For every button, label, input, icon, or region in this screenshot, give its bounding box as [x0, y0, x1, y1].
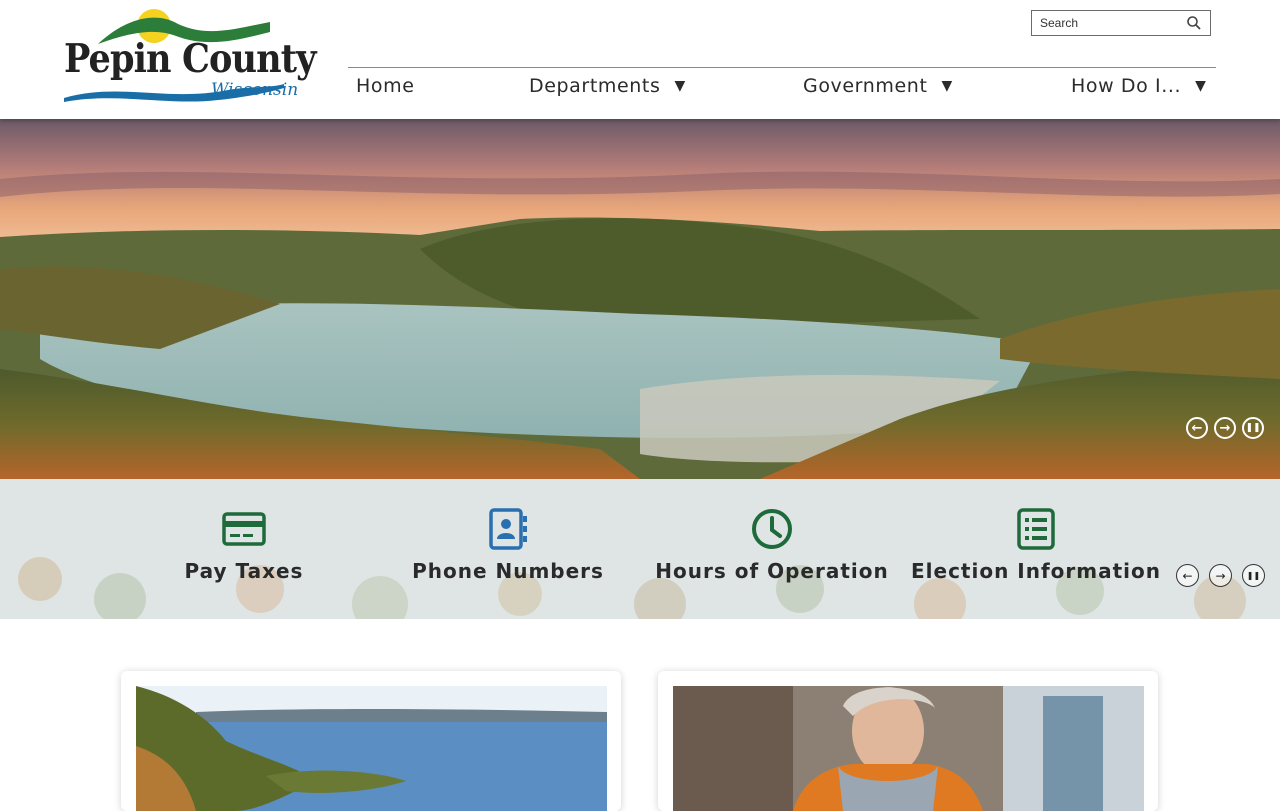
chevron-down-icon: ▼: [941, 78, 953, 94]
hero-pause-button[interactable]: ❚❚: [1242, 417, 1264, 439]
logo-subtitle: Wisconsin: [211, 80, 299, 100]
quick-link-label: Pay Taxes: [184, 559, 304, 583]
quick-link-phone-numbers[interactable]: Phone Numbers: [376, 479, 640, 619]
quick-link-hours-of-operation[interactable]: Hours of Operation: [640, 479, 904, 619]
logo-title: Pepin County: [64, 36, 317, 82]
quick-prev-button[interactable]: ←: [1176, 564, 1199, 587]
lake-pepin-photo: [136, 686, 607, 811]
clock-icon: [752, 509, 792, 549]
hero-controls: ← → ❚❚: [1186, 417, 1264, 439]
nav-departments-label: Departments: [529, 75, 661, 97]
nav-departments[interactable]: Departments ▼: [529, 75, 686, 97]
list-icon: [1017, 508, 1055, 550]
quick-links-controls: ← → ❚❚: [1176, 564, 1265, 587]
search-input[interactable]: [1032, 11, 1180, 35]
quick-pause-button[interactable]: ❚❚: [1242, 564, 1265, 587]
feature-card-person[interactable]: [658, 671, 1158, 811]
nav-government-label: Government: [803, 75, 928, 97]
hero-slideshow: ← → ❚❚: [0, 119, 1280, 479]
quick-link-label: Hours of Operation: [655, 559, 889, 583]
nav-government[interactable]: Government ▼: [803, 75, 953, 97]
hero-image: [0, 119, 1280, 479]
search-icon[interactable]: [1186, 15, 1202, 31]
quick-link-label: Election Information: [910, 559, 1161, 583]
quick-link-pay-taxes[interactable]: Pay Taxes: [112, 479, 376, 619]
hero-next-button[interactable]: →: [1214, 417, 1236, 439]
credit-card-icon: [222, 512, 266, 546]
hero-prev-button[interactable]: ←: [1186, 417, 1208, 439]
nav-how-do-i-label: How Do I...: [1071, 75, 1182, 97]
search-box: [1031, 10, 1211, 36]
chevron-down-icon: ▼: [674, 78, 686, 94]
nav-how-do-i[interactable]: How Do I... ▼: [1071, 75, 1206, 97]
quick-link-election-information[interactable]: Election Information: [904, 479, 1168, 619]
nav-home-label: Home: [356, 75, 415, 97]
site-header: Pepin County Wisconsin Home Departments ▼…: [0, 0, 1280, 119]
quick-next-button[interactable]: →: [1209, 564, 1232, 587]
person-reading-photo: [673, 686, 1144, 811]
quick-link-label: Phone Numbers: [412, 559, 604, 583]
pepin-county-logo[interactable]: Pepin County Wisconsin: [58, 6, 317, 110]
quick-links-band: Pay Taxes Phone Numbers Hours of Operati…: [0, 479, 1280, 619]
feature-card-lake[interactable]: [121, 671, 621, 811]
chevron-down-icon: ▼: [1195, 78, 1207, 94]
main-nav: Home Departments ▼ Government ▼ How Do I..…: [348, 67, 1216, 108]
address-book-icon: [489, 508, 527, 550]
nav-home[interactable]: Home: [356, 75, 415, 97]
